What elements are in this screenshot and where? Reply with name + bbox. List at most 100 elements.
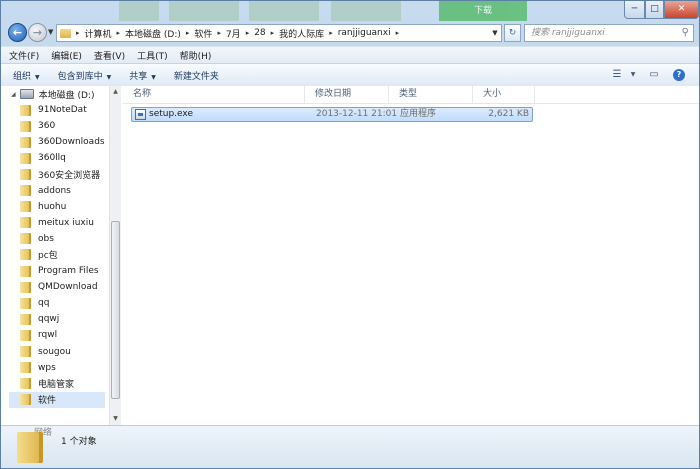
view-dropdown-icon[interactable]: ▼ — [625, 68, 641, 82]
search-icon[interactable]: ⚲ — [682, 25, 689, 41]
help-icon[interactable]: ? — [673, 69, 685, 81]
folder-icon — [20, 168, 31, 180]
folder-icon — [20, 217, 31, 229]
chevron-right-icon[interactable]: ▸ — [76, 29, 80, 37]
search-input[interactable]: 搜索 ranjjiguanxi ⚲ — [524, 24, 694, 42]
nav-folder-item[interactable]: obs — [20, 231, 108, 247]
menu-tools[interactable]: 工具(T) — [137, 49, 168, 62]
folder-icon — [20, 378, 31, 390]
nav-folder-item[interactable]: pc包 — [20, 247, 108, 263]
new-folder-button[interactable]: 新建文件夹 — [165, 69, 228, 82]
recent-pages-dropdown-icon[interactable]: ▼ — [48, 28, 53, 36]
nav-folder-item[interactable]: 360Downloads — [20, 134, 108, 150]
close-button[interactable]: ✕ — [664, 1, 699, 19]
nav-folder-item[interactable]: sougou — [20, 344, 108, 360]
folder-icon — [20, 249, 31, 261]
view-options-icon[interactable]: ☰ — [609, 68, 625, 82]
nav-folder-item[interactable]: 360llq — [20, 150, 108, 166]
scroll-down-icon[interactable]: ▼ — [110, 415, 121, 422]
back-button[interactable]: ← — [8, 23, 27, 42]
file-type: 应用程序 — [400, 109, 437, 119]
nav-folder-item[interactable]: 电脑管家 — [20, 376, 108, 392]
nav-folder-item[interactable]: wps — [20, 360, 108, 376]
minimize-button[interactable]: ─ — [624, 1, 645, 19]
refresh-button[interactable]: ↻ — [504, 24, 521, 42]
maximize-button[interactable]: □ — [645, 1, 664, 19]
nav-folder-item[interactable]: QMDownload — [20, 279, 108, 295]
forward-button[interactable]: → — [28, 23, 47, 42]
organize-button[interactable]: 组织 ▼ — [1, 69, 49, 82]
nav-folder-label: rqwl — [38, 330, 58, 341]
address-dropdown-icon[interactable]: ▼ — [489, 29, 501, 37]
folder-icon — [20, 104, 31, 116]
nav-drive-item[interactable]: ◢ 本地磁盘 (D:) — [11, 86, 94, 102]
scroll-up-icon[interactable]: ▲ — [110, 88, 121, 95]
include-in-library-button[interactable]: 包含到库中 ▼ — [49, 69, 121, 82]
breadcrumb-july[interactable]: 7月 — [226, 27, 241, 40]
folder-icon — [20, 329, 31, 341]
folder-icon — [20, 362, 31, 374]
share-button[interactable]: 共享 ▼ — [120, 69, 165, 82]
breadcrumb-library[interactable]: 我的人际库 — [279, 27, 324, 40]
column-size[interactable]: 大小 — [473, 86, 535, 103]
exe-file-icon — [135, 109, 146, 120]
scrollbar-thumb[interactable] — [111, 221, 120, 399]
nav-scrollbar[interactable]: ▲ ▼ — [109, 86, 121, 425]
nav-folder-item[interactable]: huohu — [20, 199, 108, 215]
file-date-modified: 2013-12-11 21:01 — [316, 109, 398, 119]
menu-help[interactable]: 帮助(H) — [180, 49, 212, 62]
folder-icon — [20, 313, 31, 325]
menu-file[interactable]: 文件(F) — [9, 49, 39, 62]
chevron-right-icon[interactable]: ▸ — [246, 29, 250, 37]
nav-folder-label: pc包 — [38, 251, 58, 262]
nav-folder-item[interactable]: 91NoteDat — [20, 102, 108, 118]
nav-folder-label: 电脑管家 — [38, 380, 75, 391]
breadcrumb-28[interactable]: 28 — [254, 28, 265, 38]
background-tab — [331, 1, 401, 21]
chevron-right-icon[interactable]: ▸ — [271, 29, 275, 37]
arrow-left-icon: ← — [12, 26, 23, 39]
menu-view[interactable]: 查看(V) — [94, 49, 125, 62]
nav-folder-item[interactable]: 软件 — [9, 391, 105, 408]
nav-folder-item[interactable]: meitux iuxiu — [20, 215, 108, 231]
breadcrumb-drive[interactable]: 本地磁盘 (D:) — [125, 27, 181, 40]
nav-folder-item[interactable]: qq — [20, 295, 108, 311]
chevron-right-icon[interactable]: ▸ — [217, 29, 221, 37]
nav-folder-item[interactable]: 360 — [20, 118, 108, 134]
chevron-right-icon[interactable]: ▸ — [396, 29, 400, 37]
menu-bar: 文件(F) 编辑(E) 查看(V) 工具(T) 帮助(H) — [1, 46, 699, 64]
file-list-pane[interactable]: 名称 修改日期 类型 大小 setup.exe 2013-12-11 21:01… — [123, 86, 699, 425]
nav-folder-item[interactable]: addons — [20, 183, 108, 199]
nav-drive-label: 本地磁盘 (D:) — [38, 90, 95, 101]
folder-icon — [20, 394, 31, 406]
column-type[interactable]: 类型 — [389, 86, 473, 103]
nav-folder-label: meitux iuxiu — [38, 217, 94, 228]
title-bar: 下载 ─ □ ✕ — [1, 1, 699, 21]
folder-icon — [17, 432, 43, 463]
menu-edit[interactable]: 编辑(E) — [51, 49, 82, 62]
breadcrumb-current[interactable]: ranjjiguanxi — [338, 28, 391, 38]
share-label: 共享 — [129, 71, 148, 82]
nav-folder-item[interactable]: 360安全浏览器 — [20, 166, 108, 182]
organize-label: 组织 — [13, 71, 32, 82]
nav-folder-label: qq — [38, 298, 50, 309]
nav-folder-label: 360安全浏览器 — [38, 170, 101, 181]
navigation-pane[interactable]: ◢ 本地磁盘 (D:) 91NoteDat 360 360Downloads 360l… — [1, 86, 110, 425]
address-bar[interactable]: ▸ 计算机 ▸ 本地磁盘 (D:) ▸ 软件 ▸ 7月 ▸ 28 ▸ 我的人际库… — [56, 24, 502, 42]
nav-folder-item[interactable]: qqwj — [20, 311, 108, 327]
nav-folder-label: wps — [38, 362, 56, 373]
breadcrumb-software[interactable]: 软件 — [194, 27, 212, 40]
column-date-modified[interactable]: 修改日期 — [305, 86, 389, 103]
expanded-triangle-icon[interactable]: ◢ — [11, 91, 16, 98]
chevron-right-icon[interactable]: ▸ — [186, 29, 190, 37]
nav-folder-label: QMDownload — [38, 282, 98, 293]
breadcrumb-computer[interactable]: 计算机 — [85, 27, 112, 40]
command-bar: 组织 ▼ 包含到库中 ▼ 共享 ▼ 新建文件夹 ☰ ▼ ▭ ? — [1, 63, 699, 87]
file-row[interactable]: setup.exe 2013-12-11 21:01 应用程序 2,621 KB — [131, 107, 533, 122]
preview-pane-icon[interactable]: ▭ — [646, 68, 662, 82]
chevron-right-icon[interactable]: ▸ — [329, 29, 333, 37]
nav-folder-item[interactable]: Program Files — [20, 263, 108, 279]
nav-folder-item[interactable]: rqwl — [20, 327, 108, 343]
chevron-right-icon[interactable]: ▸ — [117, 29, 121, 37]
column-name[interactable]: 名称 — [123, 86, 305, 103]
